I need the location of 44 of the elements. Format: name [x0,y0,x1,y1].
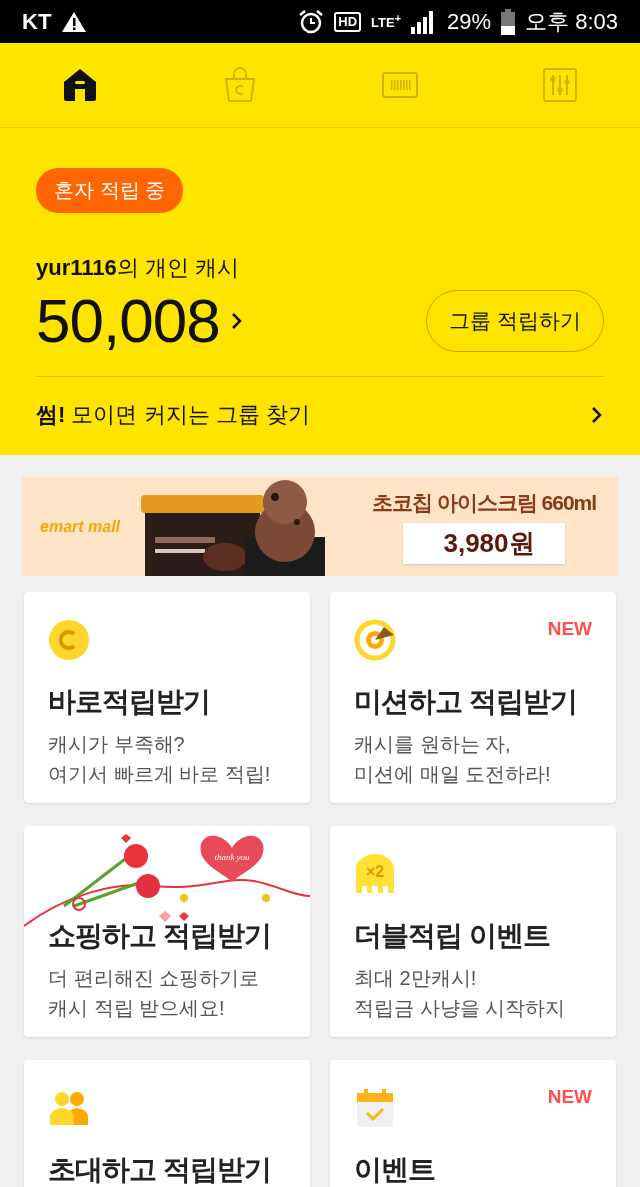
sliders-icon [540,65,580,105]
coin-icon [48,619,90,661]
ad-banner[interactable]: emart mall 초코칩 아이스크림 660ml 3,980원 [22,477,618,576]
carrier-name: KT [22,8,52,35]
card-description: 캐시를 원하는 자, [354,732,512,757]
new-label: NEW [547,618,592,640]
menu-card[interactable]: NEW 미션하고 적립받기 캐시를 원하는 자, 미션에 매일 도전하라! [330,592,616,803]
art-text: thank you [214,852,250,862]
card-title: 이벤트 [354,1153,436,1187]
battery-percent: 29% [447,8,492,35]
price-tag: 3,980원 [403,523,565,564]
card-title: 미션하고 적립받기 [354,685,578,719]
menu-card[interactable]: thank you 쇼핑하고 적립받기 더 편리해진 쇼핑하기로 캐시 적립 받으세요! [24,826,310,1037]
card-title: 바로적립받기 [48,685,211,719]
find-group-link[interactable]: 썸! 모이면 커지는 그룹 찾기 [36,377,604,453]
alarm-icon [298,8,325,35]
calendar-icon [354,1087,396,1129]
target-icon [354,619,396,661]
card-description: 미션에 매일 도전하라! [354,762,552,787]
warning-icon [61,10,88,33]
new-label: NEW [547,1086,592,1108]
card-description: 더 편리해진 쇼핑하기로 [48,966,261,991]
cash-owner-label: yur1116의 개인 캐시 [36,254,240,282]
card-description: 캐시가 부족해? [48,732,186,757]
card-title: 초대하고 적립받기 [48,1153,272,1187]
card-description: 최대 2만캐시! [354,966,478,991]
menu-card[interactable]: ×2 더블적립 이벤트 최대 2만캐시! 적립금 사냥을 시작하지 [330,826,616,1037]
menu-card[interactable]: 바로적립받기 캐시가 부족해? 여기서 빠르게 바로 적립! [24,592,310,803]
ad-title: 초코칩 아이스크림 660ml [371,490,597,516]
menu-card[interactable]: NEW 이벤트 [330,1060,616,1187]
battery-icon [501,8,516,35]
card-description: 캐시 적립 받으세요! [48,996,226,1021]
icon-label: ×2 [365,863,385,880]
cash-amount-link[interactable]: 50,008 [36,285,244,356]
card-title: 쇼핑하고 적립받기 [48,919,272,953]
card-description: 여기서 빠르게 바로 적립! [48,762,272,787]
hd-icon: HD [334,11,362,32]
network-label: LTE$^{+}$ [371,12,401,31]
clock-time: 오후 8:03 [525,7,618,36]
menu-card[interactable]: 초대하고 적립받기 [24,1060,310,1187]
card-description: 적립금 사냥을 시작하지 [354,996,567,1021]
card-title: 더블적립 이벤트 [354,919,551,953]
status-badge: 혼자 적립 중 [36,168,184,213]
store-logo: emart mall [40,517,122,536]
